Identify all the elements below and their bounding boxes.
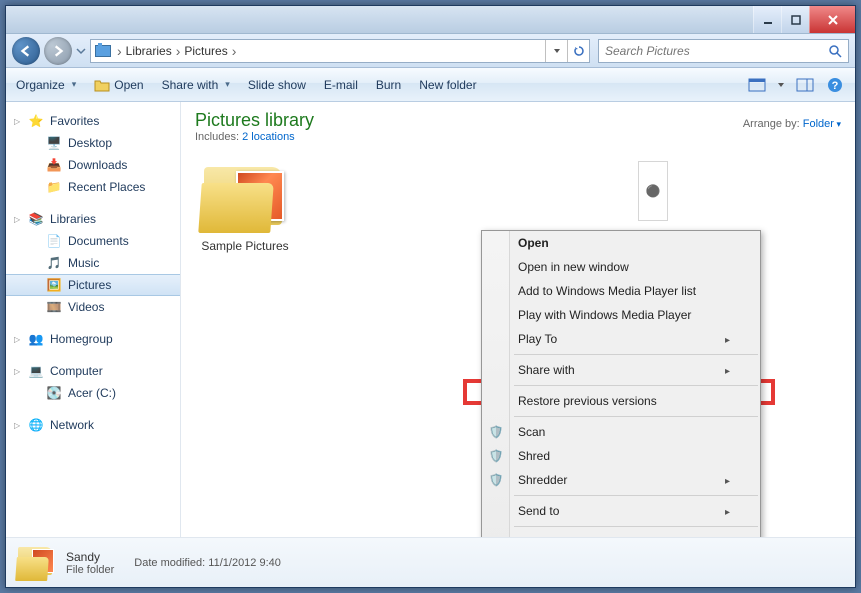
open-button[interactable]: Open	[94, 78, 143, 92]
details-name: Sandy	[66, 550, 114, 564]
star-icon: ⭐	[28, 113, 44, 129]
homegroup-icon: 👥	[28, 331, 44, 347]
title-bar	[6, 6, 855, 34]
desktop-icon: 🖥️	[46, 135, 62, 151]
toolbar: Organize Open Share with Slide show E-ma…	[6, 68, 855, 102]
folder-item[interactable]: Sample Pictures	[195, 161, 295, 253]
computer-icon: 💻	[28, 363, 44, 379]
folder-label: Sample Pictures	[195, 239, 295, 253]
ctx-add-wmp[interactable]: Add to Windows Media Player list	[482, 279, 760, 303]
sidebar-item-downloads[interactable]: 📥Downloads	[6, 154, 180, 176]
sidebar-network[interactable]: 🌐Network	[6, 414, 180, 436]
ctx-shredder[interactable]: 🛡️Shredder	[482, 468, 760, 492]
downloads-icon: 📥	[46, 157, 62, 173]
ctx-play-to[interactable]: Play To	[482, 327, 760, 351]
details-modified-value: 11/1/2012 9:40	[208, 557, 281, 569]
folder-icon	[16, 545, 56, 581]
documents-icon: 📄	[46, 233, 62, 249]
view-dropdown-icon[interactable]	[777, 81, 785, 89]
sidebar-favorites[interactable]: ⭐Favorites	[6, 110, 180, 132]
ctx-restore-previous-versions[interactable]: Restore previous versions	[482, 389, 760, 413]
folder-icon	[200, 161, 290, 233]
network-icon: 🌐	[28, 417, 44, 433]
drive-icon: 💽	[46, 385, 62, 401]
ctx-shred[interactable]: 🛡️Shred	[482, 444, 760, 468]
email-button[interactable]: E-mail	[324, 78, 358, 92]
breadcrumb-libraries[interactable]: Libraries	[126, 44, 172, 58]
svg-text:?: ?	[832, 80, 839, 92]
sidebar-item-documents[interactable]: 📄Documents	[6, 230, 180, 252]
sidebar-item-drive-c[interactable]: 💽Acer (C:)	[6, 382, 180, 404]
breadcrumb-pictures[interactable]: Pictures	[184, 44, 227, 58]
back-button[interactable]	[12, 37, 40, 65]
content-pane: Pictures library Includes: 2 locations A…	[181, 102, 855, 537]
libraries-icon	[93, 41, 113, 61]
ctx-share-with[interactable]: Share with	[482, 358, 760, 382]
arrange-by: Arrange by: Folder	[743, 118, 841, 130]
ctx-play-wmp[interactable]: Play with Windows Media Player	[482, 303, 760, 327]
explorer-window: Libraries Pictures Organize Open Share w…	[5, 5, 856, 588]
shield-icon: 🛡️	[487, 471, 505, 489]
minimize-button[interactable]	[753, 6, 781, 33]
shield-icon: 🛡️	[487, 423, 505, 441]
sidebar-libraries[interactable]: 📚Libraries	[6, 208, 180, 230]
ctx-open[interactable]: Open	[482, 231, 760, 255]
burn-button[interactable]: Burn	[376, 78, 401, 92]
sidebar-item-recent-places[interactable]: 📁Recent Places	[6, 176, 180, 198]
history-dropdown-icon[interactable]	[76, 46, 86, 56]
libraries-icon: 📚	[28, 211, 44, 227]
organize-button[interactable]: Organize	[16, 78, 76, 92]
search-box[interactable]	[598, 39, 849, 63]
breadcrumb[interactable]: Libraries Pictures	[90, 39, 590, 63]
folder-open-icon	[94, 78, 110, 92]
details-modified-label: Date modified:	[134, 557, 205, 569]
recent-icon: 📁	[46, 179, 62, 195]
nav-bar: Libraries Pictures	[6, 34, 855, 68]
sidebar-item-pictures[interactable]: 🖼️Pictures	[6, 274, 180, 296]
chevron-right-icon[interactable]	[172, 43, 185, 59]
sidebar-item-music[interactable]: 🎵Music	[6, 252, 180, 274]
videos-icon: 🎞️	[46, 299, 62, 315]
arrange-by-dropdown[interactable]: Folder	[803, 118, 841, 130]
search-icon	[828, 44, 842, 58]
sidebar-item-videos[interactable]: 🎞️Videos	[6, 296, 180, 318]
chevron-right-icon[interactable]	[228, 43, 241, 59]
share-with-button[interactable]: Share with	[162, 78, 230, 92]
breadcrumb-dropdown[interactable]	[545, 40, 567, 62]
shield-icon: 🛡️	[487, 447, 505, 465]
preview-pane-button[interactable]	[795, 76, 815, 94]
details-type: File folder	[66, 564, 114, 576]
library-subtitle: Includes: 2 locations	[195, 131, 841, 143]
close-button[interactable]	[809, 6, 855, 33]
sidebar-computer[interactable]: 💻Computer	[6, 360, 180, 382]
folder-icon	[638, 161, 668, 233]
ctx-open-new-window[interactable]: Open in new window	[482, 255, 760, 279]
locations-link[interactable]: 2 locations	[242, 131, 295, 143]
sidebar-item-desktop[interactable]: 🖥️Desktop	[6, 132, 180, 154]
slideshow-button[interactable]: Slide show	[248, 78, 306, 92]
new-folder-button[interactable]: New folder	[419, 78, 476, 92]
context-menu: Open Open in new window Add to Windows M…	[481, 230, 761, 537]
pictures-icon: 🖼️	[46, 277, 62, 293]
ctx-send-to[interactable]: Send to	[482, 499, 760, 523]
music-icon: 🎵	[46, 255, 62, 271]
ctx-scan[interactable]: 🛡️Scan	[482, 420, 760, 444]
nav-pane: ⭐Favorites 🖥️Desktop 📥Downloads 📁Recent …	[6, 102, 181, 537]
help-button[interactable]: ?	[825, 76, 845, 94]
maximize-button[interactable]	[781, 6, 809, 33]
refresh-button[interactable]	[567, 40, 589, 62]
ctx-cut[interactable]: Cut	[482, 530, 760, 537]
sidebar-homegroup[interactable]: 👥Homegroup	[6, 328, 180, 350]
view-button[interactable]	[747, 76, 767, 94]
search-input[interactable]	[605, 44, 828, 58]
chevron-right-icon[interactable]	[113, 43, 126, 59]
details-pane: Sandy File folder Date modified: 11/1/20…	[6, 537, 855, 587]
forward-button[interactable]	[44, 37, 72, 65]
